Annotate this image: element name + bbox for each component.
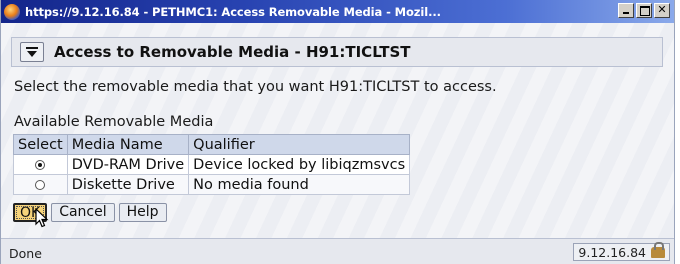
table-row[interactable]: Diskette Drive No media found (13, 174, 411, 195)
column-header-select: Select (13, 134, 68, 155)
title-bar[interactable]: https://9.12.16.84 - PETHMC1: Access Rem… (1, 0, 674, 23)
window-title: https://9.12.16.84 - PETHMC1: Access Rem… (25, 4, 441, 19)
dialog-header: Access to Removable Media - H91:TICLTST (11, 37, 663, 67)
qualifier-cell: No media found (188, 174, 411, 195)
host-address: 9.12.16.84 (578, 244, 646, 260)
media-name-cell: DVD-RAM Drive (66, 154, 190, 175)
instructions-text: Select the removable media that you want… (14, 79, 497, 95)
window-controls: ✕ (618, 3, 670, 18)
chevron-down-icon (27, 51, 37, 57)
table-row[interactable]: DVD-RAM Drive Device locked by libiqzmsv… (13, 154, 411, 175)
mozilla-icon (4, 3, 20, 20)
status-bar: Done 9.12.16.84 (1, 238, 674, 264)
collapse-button[interactable] (20, 42, 44, 62)
collapse-bar-icon (26, 47, 38, 49)
radio-button-selected[interactable] (35, 159, 46, 170)
column-header-qualifier: Qualifier (188, 134, 411, 155)
radio-button[interactable] (35, 179, 46, 190)
page-content: Access to Removable Media - H91:TICLTST … (1, 23, 674, 238)
mouse-pointer-icon (35, 208, 49, 228)
media-table: Select Media Name Qualifier DVD-RAM Driv… (13, 134, 411, 195)
browser-window: https://9.12.16.84 - PETHMC1: Access Rem… (0, 0, 675, 264)
lock-icon (651, 241, 665, 258)
select-cell[interactable] (13, 174, 68, 195)
dialog-title: Access to Removable Media - H91:TICLTST (54, 43, 411, 61)
security-indicator[interactable]: 9.12.16.84 (573, 241, 670, 261)
table-caption: Available Removable Media (14, 114, 214, 130)
column-header-media-name: Media Name (66, 134, 190, 155)
maximize-button[interactable] (636, 3, 652, 18)
status-text: Done (9, 246, 42, 261)
select-cell[interactable] (13, 154, 68, 175)
qualifier-cell: Device locked by libiqzmsvcs (188, 154, 411, 175)
media-name-cell: Diskette Drive (66, 174, 190, 195)
minimize-button[interactable] (618, 3, 634, 18)
close-button[interactable]: ✕ (654, 3, 670, 18)
table-header-row: Select Media Name Qualifier (13, 134, 411, 155)
cancel-button[interactable]: Cancel (51, 203, 115, 222)
help-button[interactable]: Help (118, 203, 167, 222)
